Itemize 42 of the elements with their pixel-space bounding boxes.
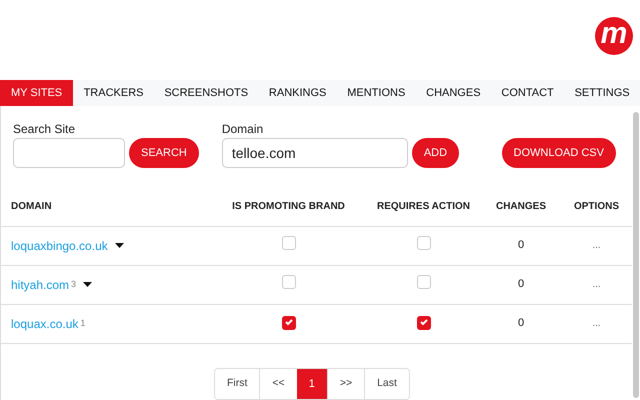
check-icon [420, 319, 428, 326]
checkbox[interactable] [282, 316, 296, 330]
tab[interactable]: CHANGES [416, 80, 491, 106]
options-button[interactable]: ... [592, 316, 601, 331]
count: 3 [71, 278, 76, 291]
field-label: Domain [222, 122, 264, 136]
check-icon [284, 319, 292, 326]
scrollbar[interactable] [633, 112, 639, 398]
checkbox[interactable] [416, 316, 430, 330]
tab[interactable]: RANKINGS [258, 80, 337, 106]
column-header: OPTIONS [561, 188, 632, 226]
tab[interactable]: SCREENSHOTS [154, 80, 258, 106]
tab[interactable]: SETTINGS [564, 80, 640, 106]
tab[interactable]: MY SITES [0, 80, 74, 106]
column-header: REQUIRES ACTION [366, 188, 481, 226]
table-cell: 0 [481, 265, 561, 304]
column-header: IS PROMOTING BRAND [211, 188, 366, 226]
page-button[interactable]: Last [364, 369, 409, 399]
checkbox[interactable] [282, 236, 296, 250]
column-header: CHANGES [481, 188, 561, 226]
checkbox[interactable] [416, 236, 430, 250]
column-header: DOMAIN [1, 188, 211, 226]
page-button[interactable]: 1 [296, 369, 327, 399]
caret-icon[interactable] [114, 243, 124, 248]
count: 1 [80, 316, 86, 330]
checkbox[interactable] [282, 275, 296, 289]
table-cell: 0 [481, 304, 561, 343]
field-label: Search Site [13, 122, 76, 136]
caret-icon[interactable] [83, 282, 92, 287]
search-field[interactable] [13, 138, 125, 168]
table-cell: 0 [481, 226, 561, 265]
tab[interactable]: CONTACT [490, 80, 564, 106]
logo: m [595, 17, 633, 55]
tab[interactable]: TRACKERS [73, 80, 154, 106]
checkbox[interactable] [416, 275, 430, 289]
options-button[interactable]: ... [592, 277, 601, 292]
search-button[interactable]: SEARCH [129, 138, 199, 168]
tab[interactable]: MENTIONS [336, 80, 416, 106]
download-csv-button[interactable]: DOWNLOAD CSV [502, 138, 616, 168]
add-button[interactable]: ADD [412, 138, 460, 168]
options-button[interactable]: ... [592, 238, 601, 253]
domain-field[interactable]: telloe.com [222, 138, 408, 168]
